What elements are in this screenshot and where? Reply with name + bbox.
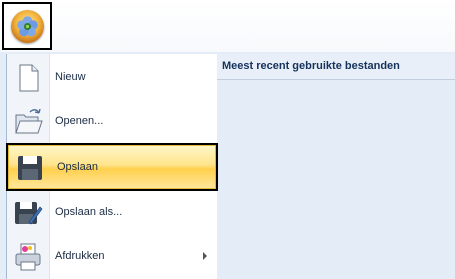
menu-item-save-as[interactable]: Opslaan als... [7, 191, 215, 235]
app-orb-icon [11, 10, 44, 43]
title-strip [0, 0, 455, 53]
print-icon [13, 242, 43, 272]
recent-files-header: Meest recent gebruikte bestanden [217, 54, 455, 80]
menu-item-new[interactable]: Nieuw [7, 56, 215, 100]
highlight-frame [6, 143, 218, 191]
menu-item-print[interactable]: Afdrukken [7, 235, 215, 279]
application-button[interactable] [2, 2, 52, 50]
menu-item-label: Openen... [55, 115, 104, 127]
recent-files-panel: Meest recent gebruikte bestanden [217, 54, 455, 279]
menu-item-label: Afdrukken [55, 250, 105, 262]
menu-item-label: Opslaan als... [55, 206, 123, 218]
open-folder-icon [13, 107, 43, 137]
menu-item-label: Nieuw [55, 71, 86, 83]
menu-item-open[interactable]: Openen... [7, 100, 215, 144]
new-document-icon [13, 63, 43, 93]
save-as-icon [13, 198, 43, 228]
submenu-arrow-icon [203, 252, 207, 260]
